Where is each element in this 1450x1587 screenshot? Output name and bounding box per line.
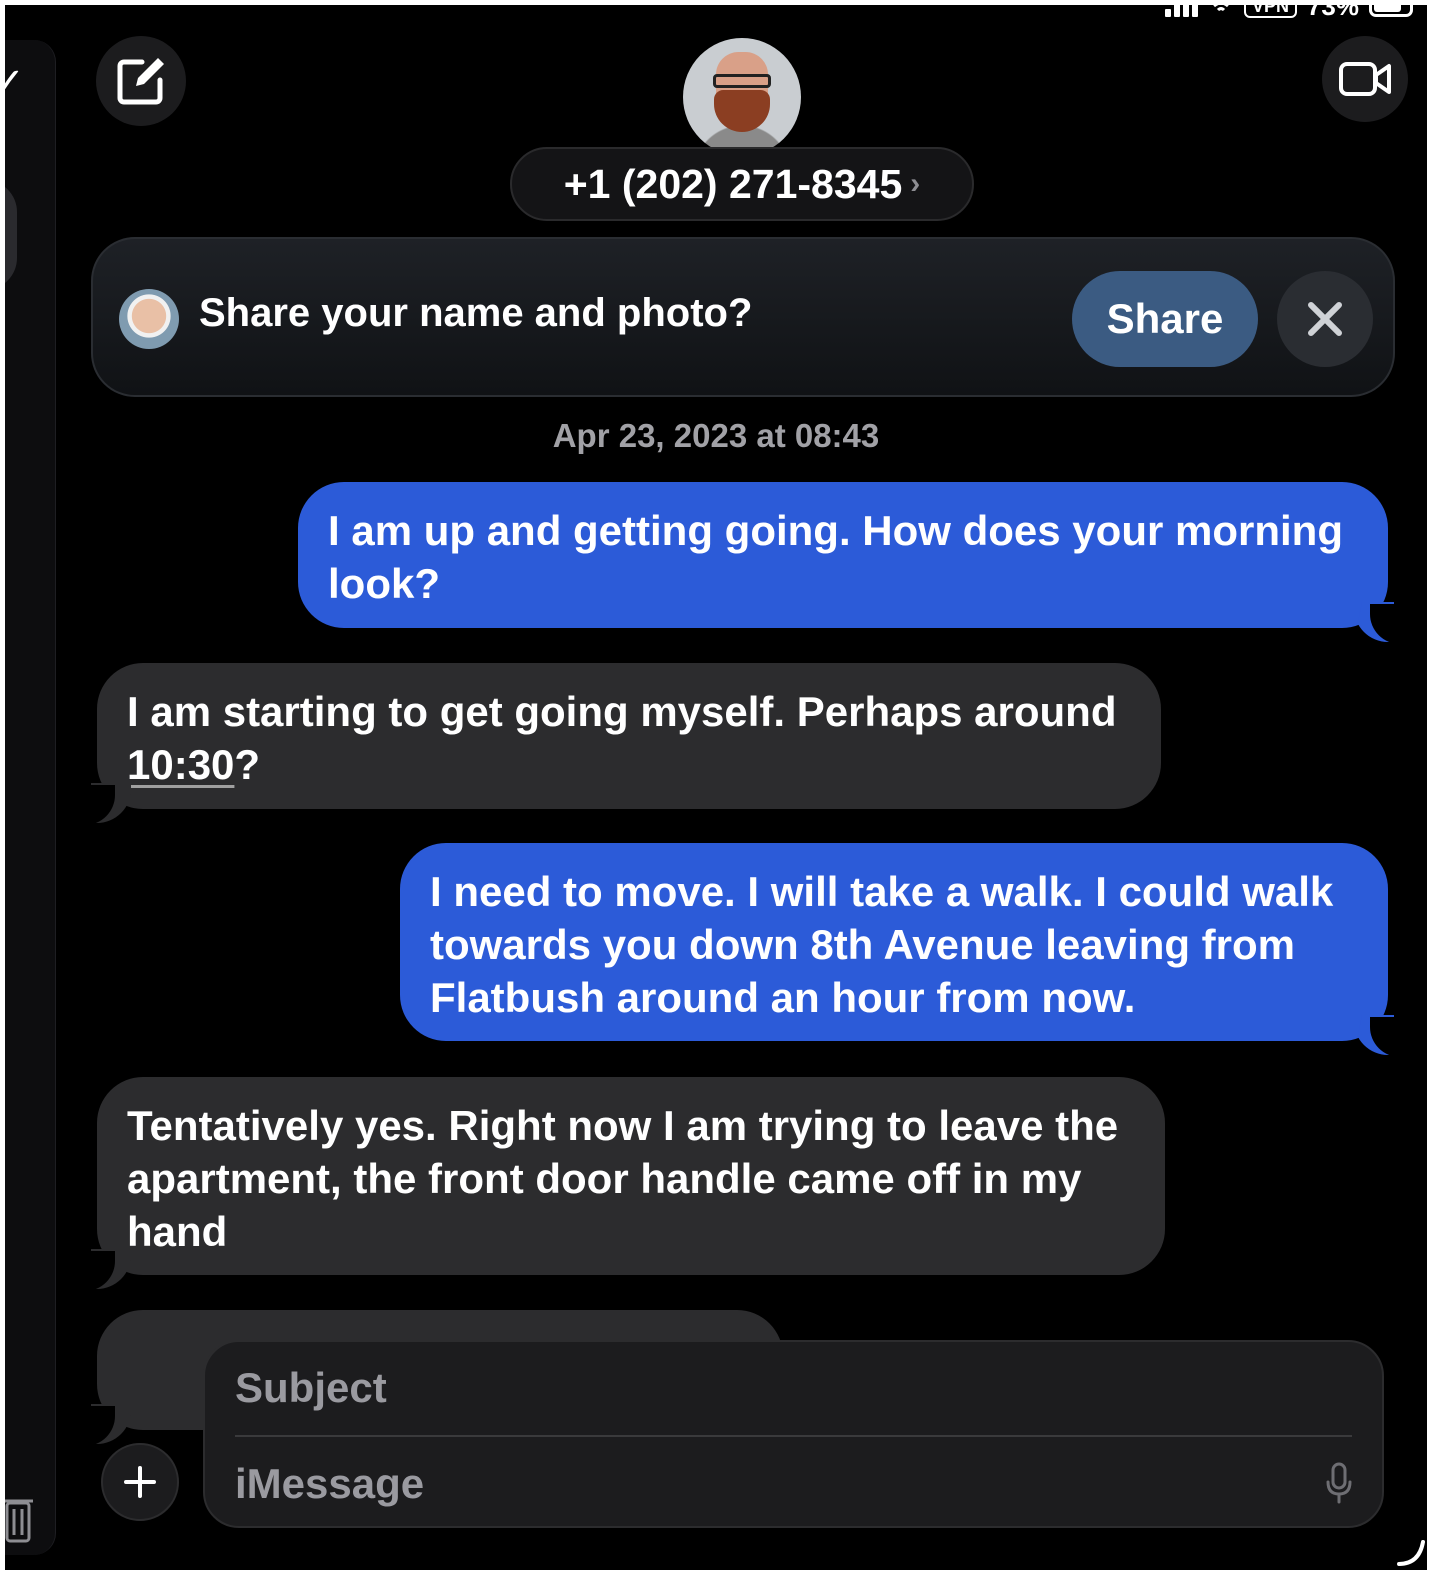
compose-icon (117, 58, 164, 105)
composer-divider (235, 1435, 1352, 1437)
share-prompt: Share your name and photo? (199, 291, 753, 335)
trash-icon[interactable] (5, 1491, 33, 1543)
subject-field[interactable]: Subject (235, 1364, 387, 1412)
video-camera-icon (1339, 62, 1391, 96)
thread-timestamp: Apr 23, 2023 at 08:43 (552, 417, 880, 454)
time-link[interactable]: 10:30 (127, 741, 234, 788)
contact-avatar[interactable] (683, 38, 801, 156)
message-input[interactable]: iMessage (235, 1460, 424, 1508)
chevron-right-icon: › (910, 167, 921, 200)
signal-icon (1164, 5, 1198, 17)
chevron-icon[interactable]: ✓ (5, 60, 25, 106)
my-avatar (119, 289, 179, 349)
close-icon (1308, 302, 1342, 336)
battery-percent: 73% (1306, 5, 1359, 21)
message-bubble-incoming[interactable]: Tentatively yes. Right now I am trying t… (75, 1077, 1165, 1291)
message-bubble-incoming[interactable]: I am starting to get going myself. Perha… (75, 663, 1161, 825)
facetime-video-button[interactable] (1322, 36, 1408, 122)
microphone-icon[interactable] (1324, 1462, 1354, 1504)
compose-button[interactable] (96, 36, 186, 126)
sidebar-panel[interactable]: ✓ (5, 40, 56, 1555)
message-text-end: ? (234, 741, 261, 788)
message-bubble-outgoing[interactable]: I need to move. I will take a walk. I co… (400, 843, 1410, 1057)
messages-screen: VPN 73% ✓ +1 (202) 271-8345 › Share your… (5, 5, 1427, 1570)
contact-number: +1 (202) 271-8345 (563, 160, 903, 207)
share-button[interactable]: Share (1072, 271, 1258, 367)
message-composer: Subject iMessage (203, 1340, 1384, 1528)
plus-icon (124, 1466, 156, 1498)
share-name-photo-banner: Share your name and photo? Share (91, 237, 1395, 397)
battery-icon (1369, 5, 1413, 17)
apps-plus-button[interactable] (101, 1443, 179, 1521)
status-bar: VPN 73% (1164, 5, 1413, 22)
wifi-icon (1208, 5, 1234, 22)
message-bubble-outgoing[interactable]: I am up and getting going. How does your… (298, 482, 1410, 644)
message-text: I am starting to get going myself. Perha… (127, 688, 1117, 735)
sidebar-handle[interactable] (5, 180, 17, 290)
vpn-badge: VPN (1243, 5, 1297, 18)
resize-handle-icon[interactable] (1395, 1536, 1427, 1568)
dismiss-button[interactable] (1277, 271, 1373, 367)
contact-name-button[interactable]: +1 (202) 271-8345 › (510, 147, 974, 221)
